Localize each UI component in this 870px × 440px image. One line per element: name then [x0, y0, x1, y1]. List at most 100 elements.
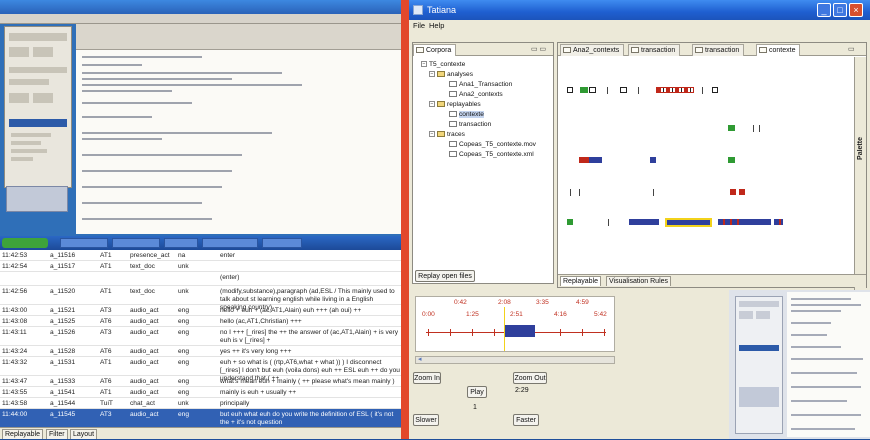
- cell-id: a_11544: [50, 400, 76, 407]
- tab-visualisation-rules[interactable]: Visualisation Rules: [606, 276, 672, 286]
- tab-filter[interactable]: Filter: [46, 429, 68, 439]
- maximize-icon[interactable]: □: [833, 3, 847, 17]
- table-row[interactable]: 11:43:08 a_11525 AT6 audio_act eng hello (ac,…: [0, 316, 401, 327]
- faster-button[interactable]: Faster: [513, 414, 539, 426]
- player-panel: 0:42 2:08 3:35 4:59 0:00 1:25 2:51 4:16 …: [409, 290, 617, 439]
- table-row[interactable]: 11:43:58 a_11544 TuiT chat_act unk principall…: [0, 398, 401, 409]
- event-mark[interactable]: [589, 157, 603, 163]
- event-mark[interactable]: [606, 87, 608, 94]
- cell-speaker: AT6: [100, 378, 112, 385]
- cell-text: but euh what euh do you write the defini…: [220, 411, 394, 426]
- table-row[interactable]: 11:42:54 a_11517 AT1 text_doc unk: [0, 261, 401, 272]
- tree-node-contexte[interactable]: contexte: [449, 111, 484, 118]
- event-mark[interactable]: [652, 189, 654, 196]
- tick-label: 4:16: [554, 311, 567, 318]
- tab-replayable[interactable]: Replayable: [2, 429, 44, 439]
- slower-button[interactable]: Slower: [413, 414, 439, 426]
- tab-layout[interactable]: Layout: [70, 429, 98, 439]
- tab-transaction-1[interactable]: transaction: [628, 44, 681, 56]
- event-mark[interactable]: [629, 219, 659, 225]
- table-row[interactable]: 11:44:00 a_11545 AT3 audio_act eng but euh wh…: [0, 409, 401, 427]
- event-mark[interactable]: [580, 87, 588, 93]
- cell-action: text_doc: [130, 263, 155, 270]
- tab-ana2-contexts[interactable]: Ana2_contexts: [560, 44, 625, 56]
- event-mark[interactable]: [753, 125, 755, 132]
- event-mark[interactable]: [569, 189, 571, 196]
- cell-text: enter: [220, 252, 236, 259]
- playhead-marker[interactable]: [504, 325, 535, 337]
- tree-node-traces[interactable]: − traces: [429, 131, 465, 138]
- event-mark[interactable]: [738, 189, 746, 195]
- tree-node-root[interactable]: − T5_contexte: [421, 61, 465, 68]
- file-icon: [449, 141, 457, 148]
- tab-transaction-2[interactable]: transaction: [692, 44, 745, 56]
- cell-time: 11:43:47: [2, 378, 28, 385]
- table-row[interactable]: 11:43:24 a_11528 AT6 audio_act eng yes ++ it'…: [0, 346, 401, 357]
- minimize-view-icon[interactable]: ▭: [848, 45, 855, 53]
- transcript-tabs: Replayable Filter Layout: [0, 427, 401, 439]
- event-mark[interactable]: [741, 219, 772, 225]
- timeline-scrollbar[interactable]: ◂: [415, 356, 615, 364]
- event-mark[interactable]: [589, 87, 596, 93]
- table-row[interactable]: 11:43:00 a_11521 AT3 audio_act eng hello + eu…: [0, 305, 401, 316]
- event-mark[interactable]: [578, 157, 590, 163]
- event-mark[interactable]: [717, 219, 742, 225]
- replayed-screen-thumbnail: [729, 290, 870, 439]
- tree-node-ana1[interactable]: Ana1_Transaction: [449, 81, 512, 88]
- close-icon[interactable]: ×: [849, 3, 863, 17]
- palette-panel[interactable]: Palette: [854, 57, 866, 311]
- tree-node-ana2[interactable]: Ana2_contexts: [449, 91, 503, 98]
- event-mark[interactable]: [774, 219, 783, 225]
- event-mark[interactable]: [620, 87, 627, 93]
- cell-lang: na: [178, 252, 186, 259]
- event-mark[interactable]: [655, 87, 695, 93]
- event-mark[interactable]: [578, 189, 580, 196]
- minimize-view-icon[interactable]: ▭ ▭: [531, 45, 546, 53]
- table-row[interactable]: 11:43:11 a_11526 AT3 audio_act eng no I +++ […: [0, 327, 401, 346]
- capture-toolbar: [0, 14, 401, 24]
- event-mark[interactable]: [711, 87, 719, 93]
- table-row[interactable]: 11:42:53 a_11516 AT1 presence_act na enter: [0, 250, 401, 261]
- event-mark[interactable]: [608, 219, 610, 226]
- view-icon: [563, 47, 571, 53]
- table-row[interactable]: (enter): [0, 272, 401, 286]
- table-row[interactable]: 11:43:55 a_11541 AT1 audio_act eng mainly is …: [0, 387, 401, 398]
- event-mark[interactable]: [728, 157, 735, 163]
- timeline-ruler[interactable]: 0:42 2:08 3:35 4:59 0:00 1:25 2:51 4:16 …: [415, 296, 615, 352]
- menu-help[interactable]: Help: [429, 21, 444, 30]
- tree-node-analyses[interactable]: − analyses: [429, 71, 473, 78]
- window-title: Tatiana: [427, 5, 457, 15]
- menu-file[interactable]: File: [413, 21, 425, 30]
- tab-replayable-view[interactable]: Replayable: [560, 276, 602, 286]
- zoom-out-button[interactable]: Zoom Out: [513, 372, 547, 384]
- table-row[interactable]: 11:43:32 a_11531 AT1 audio_act eng euh + so w…: [0, 357, 401, 382]
- cell-text: no I +++ [_rires] the ++ the answer of (…: [220, 329, 398, 344]
- tab-corpora[interactable]: Corpora: [413, 44, 457, 56]
- tree-node-mov[interactable]: Copeas_T5_contexte.mov: [449, 141, 536, 148]
- event-mark[interactable]: [701, 87, 703, 94]
- file-icon: [449, 151, 457, 158]
- scroll-left-icon[interactable]: ◂: [418, 355, 422, 363]
- event-mark[interactable]: [649, 157, 656, 163]
- play-button[interactable]: Play: [467, 386, 487, 398]
- event-mark[interactable]: [759, 125, 761, 132]
- tab-contexte[interactable]: contexte: [756, 44, 801, 56]
- replay-open-files-button[interactable]: Replay open files: [415, 270, 475, 282]
- table-row[interactable]: 11:43:47 a_11533 AT6 audio_act eng what's mea…: [0, 376, 401, 387]
- app-icon: [413, 5, 423, 15]
- tree-node-xml[interactable]: Copeas_T5_contexte.xml: [449, 151, 534, 158]
- event-mark[interactable]: [637, 87, 639, 94]
- file-icon: [449, 81, 457, 88]
- event-mark[interactable]: [664, 218, 712, 227]
- zoom-in-button[interactable]: Zoom In: [413, 372, 441, 384]
- event-mark[interactable]: [566, 87, 574, 93]
- event-mark[interactable]: [729, 189, 737, 195]
- tree-node-replayables[interactable]: − replayables: [429, 101, 481, 108]
- cell-text: what's mean euh + mainly ( ++ please wha…: [220, 378, 395, 385]
- minimize-icon[interactable]: _: [817, 3, 831, 17]
- visualisation-canvas[interactable]: [558, 57, 854, 272]
- table-row[interactable]: 11:42:56 a_11520 AT1 text_doc unk (modify,sub…: [0, 286, 401, 311]
- event-mark[interactable]: [566, 219, 573, 225]
- event-mark[interactable]: [728, 125, 735, 131]
- tree-node-transaction[interactable]: transaction: [449, 121, 491, 128]
